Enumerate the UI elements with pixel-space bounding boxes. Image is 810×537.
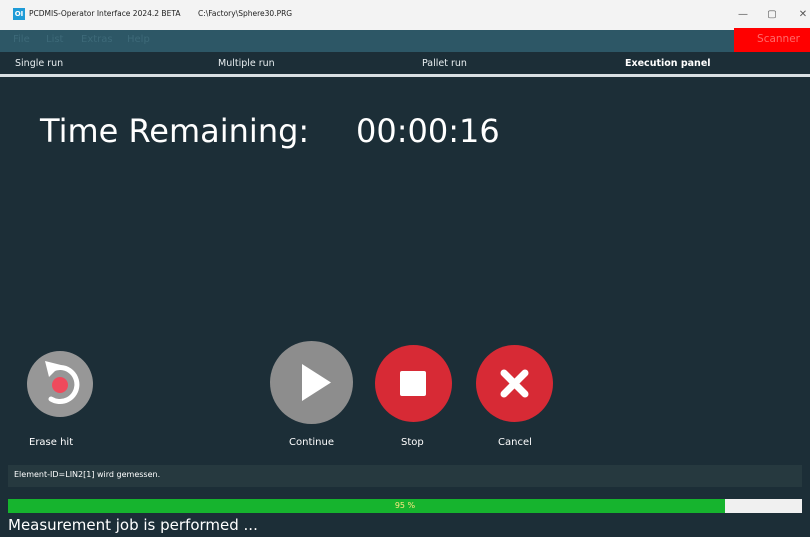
erase-hit-label: Erase hit (29, 437, 74, 448)
progress-bar: 95 % (8, 499, 802, 513)
cancel-label: Cancel (498, 437, 532, 448)
element-status-text: Element-ID=LIN2[1] wird gemessen. (14, 470, 161, 479)
maximize-button[interactable]: ▢ (762, 7, 782, 23)
time-remaining-label: Time Remaining: (40, 112, 310, 150)
menu-extras[interactable]: Extras (81, 34, 113, 45)
status-message-text: Measurement job is performed ... (8, 516, 258, 534)
progress-percent-text: 95 % (394, 501, 416, 510)
time-remaining-value: 00:00:16 (356, 112, 500, 150)
play-icon (302, 364, 331, 401)
menu-list[interactable]: List (46, 34, 63, 45)
tab-multiple-run[interactable]: Multiple run (218, 58, 275, 69)
tab-bar: Single run Multiple run Pallet run Execu… (0, 52, 810, 76)
continue-button[interactable] (270, 341, 353, 424)
menu-file[interactable]: File (13, 34, 30, 45)
menu-bar: File List Extras Help (0, 30, 810, 52)
stop-icon (400, 371, 426, 396)
scanner-button[interactable]: Scanner (734, 28, 810, 52)
undo-icon (45, 361, 80, 405)
stop-label: Stop (401, 437, 424, 448)
scanner-label: Scanner (757, 33, 800, 45)
minimize-button[interactable]: — (733, 7, 753, 23)
stop-button[interactable] (375, 345, 452, 422)
tab-execution-panel[interactable]: Execution panel (625, 58, 711, 69)
tab-divider (0, 74, 810, 77)
status-message-bar: Measurement job is performed ... (0, 513, 810, 537)
element-status-bar: Element-ID=LIN2[1] wird gemessen. (8, 465, 802, 487)
continue-label: Continue (289, 437, 334, 448)
file-path: C:\Factory\Sphere30.PRG (198, 9, 293, 18)
menu-help[interactable]: Help (127, 34, 150, 45)
close-x-icon (500, 369, 529, 398)
window-title: PCDMIS-Operator Interface 2024.2 BETA (29, 9, 181, 18)
erase-hit-button[interactable] (27, 351, 93, 417)
tab-pallet-run[interactable]: Pallet run (422, 58, 467, 69)
app-logo-icon: OI (13, 8, 25, 20)
window-titlebar: OI PCDMIS-Operator Interface 2024.2 BETA… (0, 0, 810, 30)
tab-single-run[interactable]: Single run (15, 58, 63, 69)
cancel-button[interactable] (476, 345, 553, 422)
close-window-button[interactable]: ✕ (793, 7, 810, 23)
